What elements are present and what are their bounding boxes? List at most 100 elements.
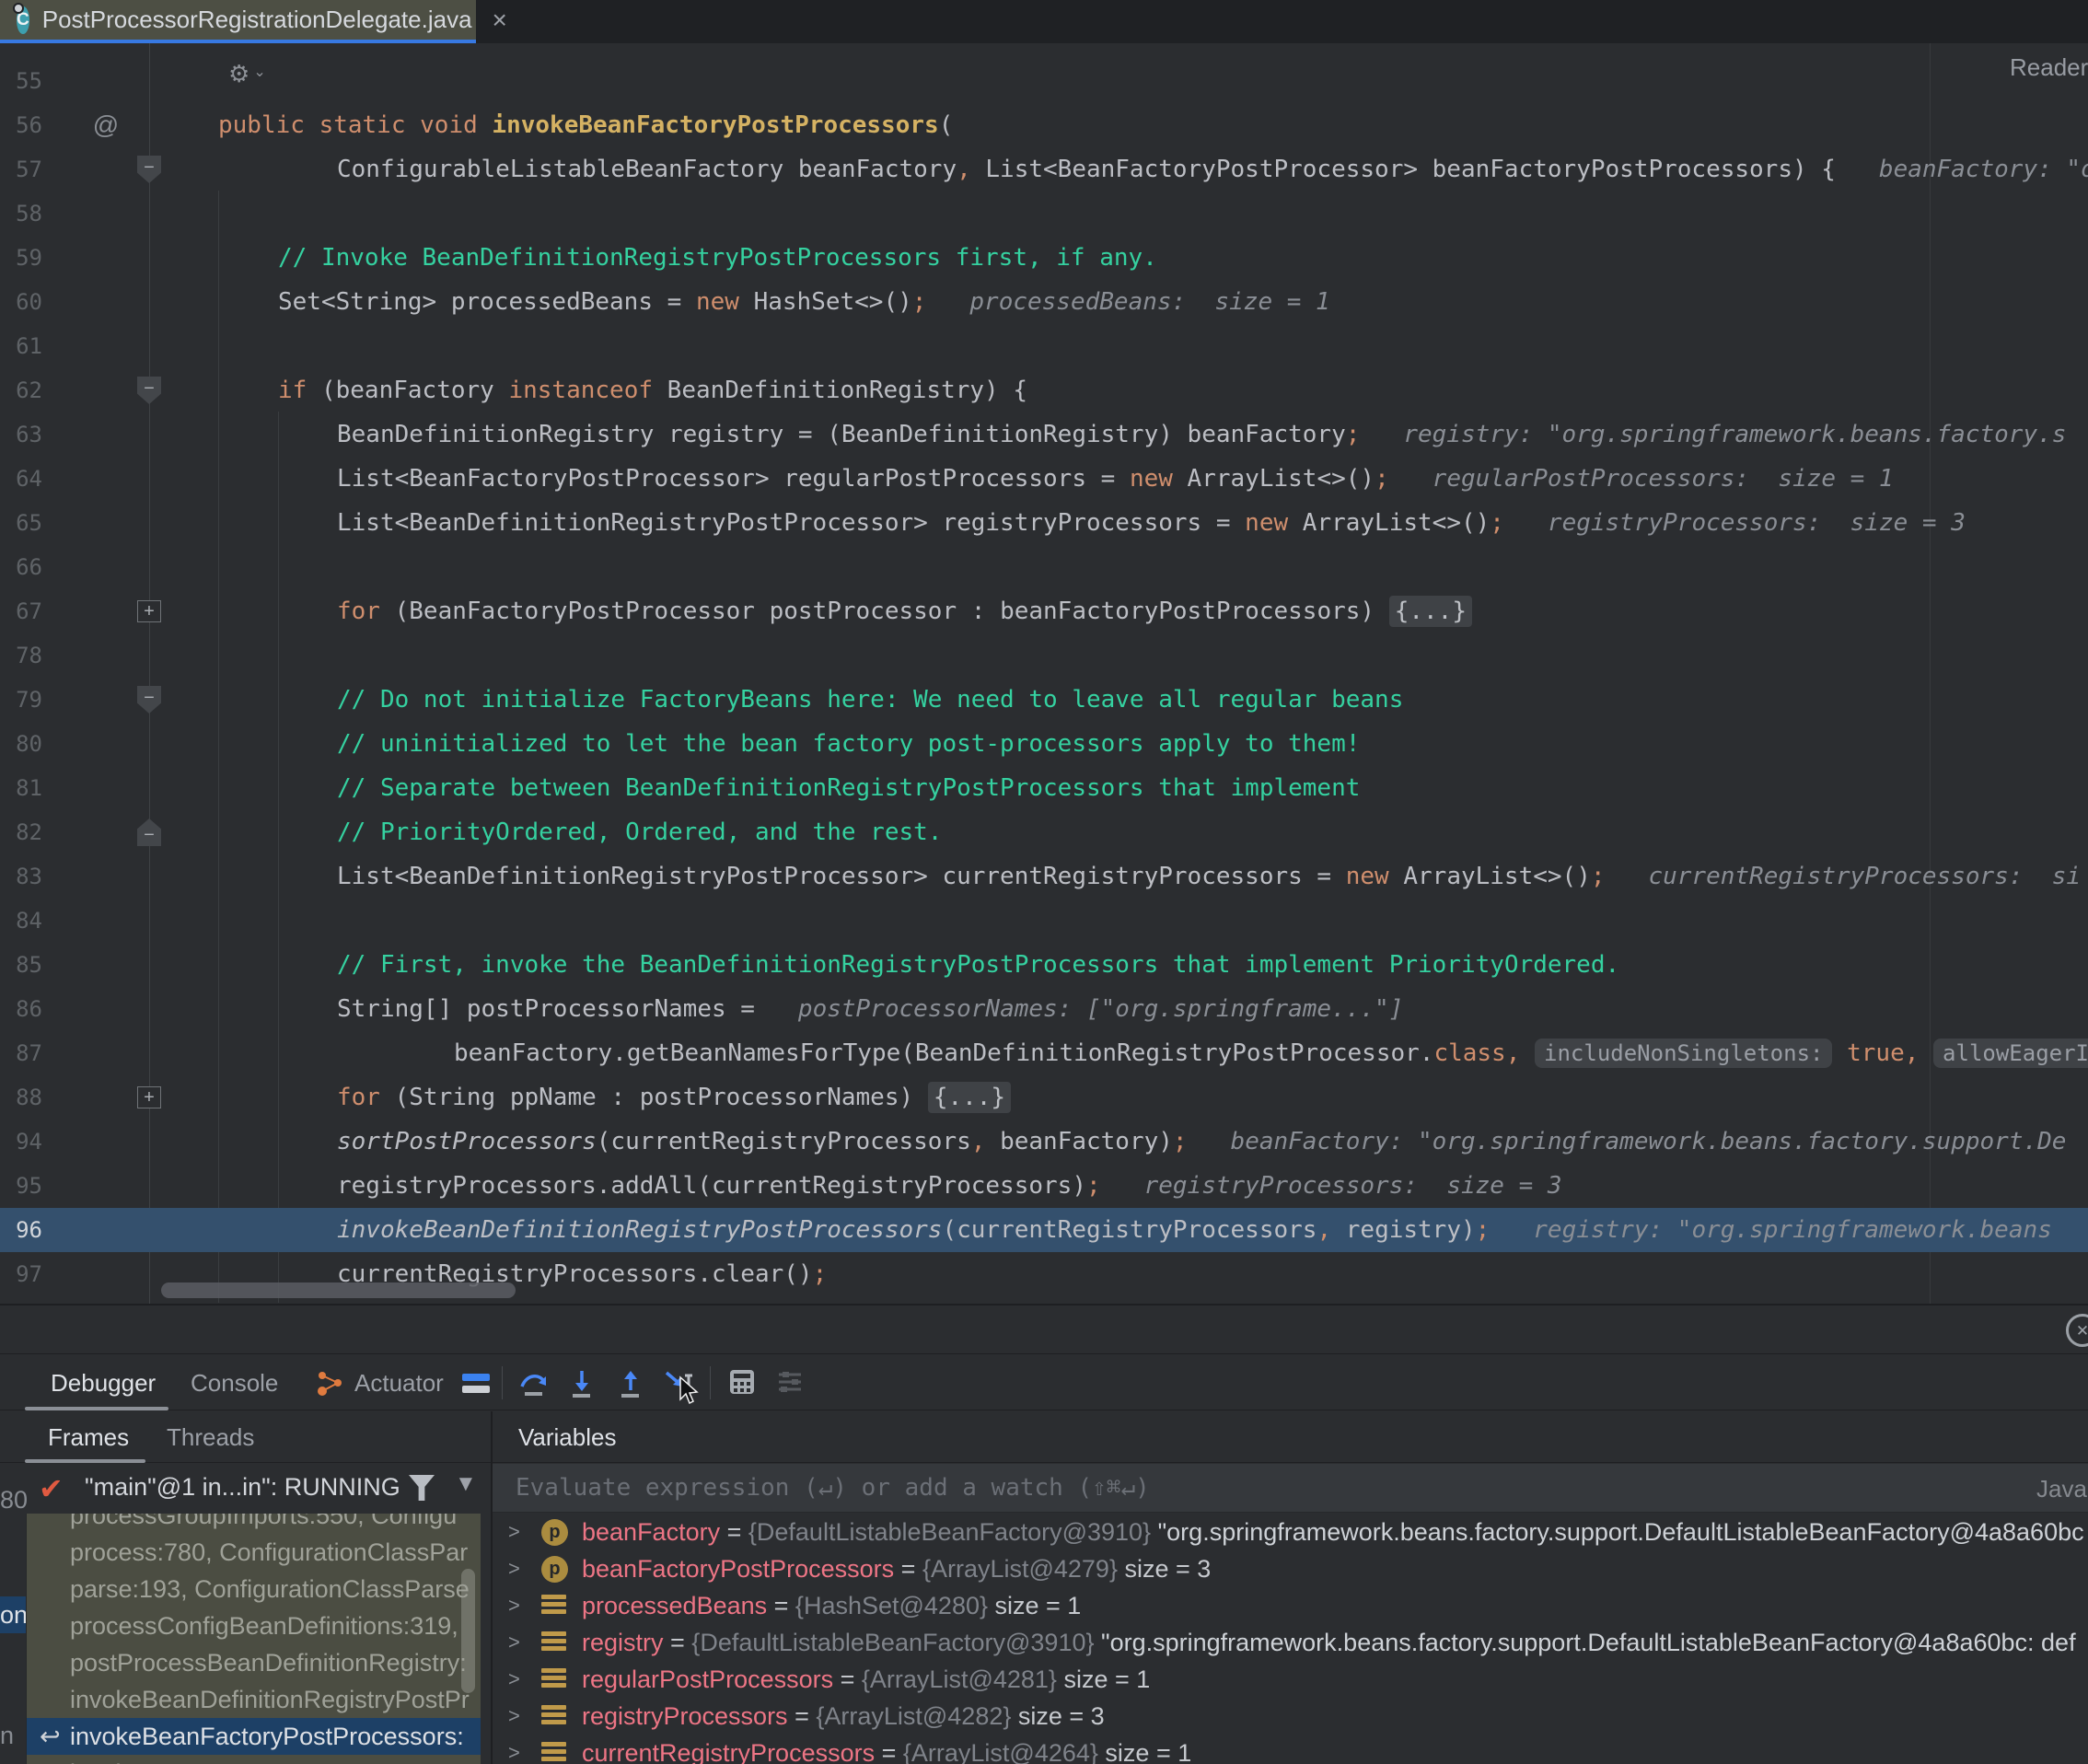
variable-row-regularPostProcessors[interactable]: >regularPostProcessors = {ArrayList@4281… (493, 1661, 2088, 1698)
expand-chevron-icon[interactable]: > (508, 1587, 520, 1624)
code-line-80[interactable]: 80 // uninitialized to let the bean facto… (0, 722, 2088, 766)
code-line-87[interactable]: 87beanFactory.getBeanNamesForType(BeanDe… (0, 1031, 2088, 1075)
thread-selector[interactable]: ✔ "main"@1 in...in": RUNNING ▼ (0, 1464, 491, 1514)
expand-chevron-icon[interactable]: > (508, 1698, 520, 1735)
fold-collapse-icon[interactable]: − (137, 686, 161, 714)
code-editor[interactable]: 5556@public static void invokeBeanFactor… (0, 43, 2088, 1304)
editor-tab[interactable]: C PostProcessorRegistrationDelegate.java… (0, 0, 476, 43)
stack-frame-selected[interactable]: ↩invokeBeanFactoryPostProcessors: (27, 1718, 481, 1755)
code-line-65[interactable]: 65List<BeanDefinitionRegistryPostProcess… (0, 501, 2088, 545)
stack-frame[interactable]: processGroupImports:550, Configu (27, 1514, 481, 1534)
toolbar-separator (502, 1366, 503, 1399)
tab-actuator[interactable]: Actuator (354, 1355, 444, 1410)
tab-title: PostProcessorRegistrationDelegate.java (42, 6, 472, 34)
tab-threads[interactable]: Threads (167, 1411, 254, 1463)
code-line-88[interactable]: 88+for (String ppName : postProcessorNam… (0, 1075, 2088, 1120)
code-line-96[interactable]: 96invokeBeanDefinitionRegistryPostProces… (0, 1208, 2088, 1252)
code-line-64[interactable]: 64List<BeanFactoryPostProcessor> regular… (0, 457, 2088, 501)
expand-chevron-icon[interactable]: > (508, 1514, 520, 1550)
expand-chevron-icon[interactable]: > (508, 1661, 520, 1698)
code-line-81[interactable]: 81// Separate between BeanDefinitionRegi… (0, 766, 2088, 810)
code-line-85[interactable]: 85// First, invoke the BeanDefinitionReg… (0, 943, 2088, 987)
step-into-icon[interactable] (566, 1367, 597, 1398)
line-number: 97 (0, 1252, 42, 1296)
code-text: registryProcessors.addAll(currentRegistr… (337, 1164, 1562, 1208)
code-text: for (BeanFactoryPostProcessor postProces… (337, 589, 1472, 633)
variable-row-beanFactoryPostProcessors[interactable]: >pbeanFactoryPostProcessors = {ArrayList… (493, 1550, 2088, 1587)
line-number: 55 (0, 59, 42, 103)
code-text: BeanDefinitionRegistry registry = (BeanD… (337, 412, 2066, 457)
horizontal-scrollbar[interactable] (161, 1282, 516, 1298)
language-badge: Java (2036, 1475, 2087, 1503)
code-line-60[interactable]: 60Set<String> processedBeans = new HashS… (0, 280, 2088, 324)
line-number: 66 (0, 545, 42, 589)
fold-collapse-icon[interactable]: − (137, 377, 161, 404)
variable-row-registry[interactable]: >registry = {DefaultListableBeanFactory@… (493, 1624, 2088, 1661)
stack-frame[interactable]: process:780, ConfigurationClassPar (27, 1534, 481, 1571)
tab-frames[interactable]: Frames (48, 1411, 129, 1463)
editor-tab-bar: C PostProcessorRegistrationDelegate.java… (0, 0, 2088, 43)
code-line-61[interactable]: 61 (0, 324, 2088, 368)
step-over-icon[interactable] (518, 1367, 550, 1398)
variable-row-processedBeans[interactable]: >processedBeans = {HashSet@4280} size = … (493, 1587, 2088, 1624)
tab-debugger[interactable]: Debugger (51, 1355, 156, 1410)
layout-icon[interactable] (460, 1371, 492, 1397)
stack-frame[interactable]: postProcessBeanDefinitionRegistry: (27, 1644, 481, 1681)
expand-chevron-icon[interactable]: > (508, 1550, 520, 1587)
code-line-66[interactable]: 66 (0, 545, 2088, 589)
frame-label: processGroupImports:550, Configu (70, 1514, 457, 1534)
debug-top-strip: ✕ (0, 1306, 2088, 1354)
layout-settings-icon[interactable] (775, 1367, 805, 1397)
fold-collapse-end-icon[interactable]: − (137, 818, 161, 846)
fold-collapse-icon[interactable]: − (137, 156, 161, 183)
hide-window-icon[interactable]: ✕ (2066, 1314, 2088, 1347)
code-line-78[interactable]: 78 (0, 633, 2088, 678)
stack-frame[interactable]: parse:193, ConfigurationClassParse (27, 1571, 481, 1607)
clipped-frame-fragment: n (0, 1722, 18, 1750)
variable-text: beanFactory = {DefaultListableBeanFactor… (582, 1514, 2084, 1550)
code-line-57[interactable]: 57−ConfigurableListableBeanFactory beanF… (0, 147, 2088, 191)
code-text: // uninitialized to let the bean factory… (337, 722, 1360, 766)
code-line-86[interactable]: 86String[] postProcessorNames = postProc… (0, 987, 2088, 1031)
code-line-59[interactable]: 59// Invoke BeanDefinitionRegistryPostPr… (0, 236, 2088, 280)
stack-frame[interactable]: invokeBeanDefinitionRegistryPostPr (27, 1681, 481, 1718)
code-text: List<BeanDefinitionRegistryPostProcessor… (337, 854, 2081, 899)
evaluate-expression-bar[interactable]: Evaluate expression (↵) or add a watch (… (493, 1464, 2088, 1513)
expand-chevron-icon[interactable]: > (508, 1735, 520, 1764)
variables-list[interactable]: >pbeanFactory = {DefaultListableBeanFact… (493, 1514, 2088, 1764)
filter-funnel-icon[interactable] (409, 1475, 435, 1501)
intention-gear-icon[interactable]: ⚙⌄ (228, 60, 266, 88)
line-number: 80 (0, 722, 42, 766)
tab-console[interactable]: Console (191, 1355, 278, 1410)
code-line-82[interactable]: 82−// PriorityOrdered, Ordered, and the … (0, 810, 2088, 854)
code-line-58[interactable]: 58 (0, 191, 2088, 236)
code-line-56[interactable]: 56@public static void invokeBeanFactoryP… (0, 103, 2088, 147)
code-text: // Invoke BeanDefinitionRegistryPostProc… (278, 236, 1157, 280)
variable-row-beanFactory[interactable]: >pbeanFactory = {DefaultListableBeanFact… (493, 1514, 2088, 1550)
code-line-79[interactable]: 79−// Do not initialize FactoryBeans her… (0, 678, 2088, 722)
fold-expand-icon[interactable]: + (137, 1086, 161, 1108)
call-stack-list[interactable]: processGroupImports:550, Configuprocess:… (26, 1514, 481, 1764)
evaluate-expression-icon[interactable] (727, 1367, 757, 1397)
code-line-67[interactable]: 67 + for (BeanFactoryPostProcessor postPro… (0, 589, 2088, 633)
code-line-63[interactable]: 63BeanDefinitionRegistry registry = (Bea… (0, 412, 2088, 457)
expand-chevron-icon[interactable]: > (508, 1624, 520, 1661)
step-out-icon[interactable] (615, 1367, 646, 1398)
tab-close-icon[interactable]: × (493, 7, 507, 33)
reader-mode-label[interactable]: Reader (2010, 53, 2088, 82)
fold-expand-icon[interactable]: + (137, 600, 161, 622)
code-line-62[interactable]: 62−if (beanFactory instanceof BeanDefini… (0, 368, 2088, 412)
code-line-55[interactable]: 55 (0, 59, 2088, 103)
code-line-94[interactable]: 94sortPostProcessors(currentRegistryProc… (0, 1120, 2088, 1164)
code-text: List<BeanFactoryPostProcessor> regularPo… (337, 457, 1894, 501)
variable-row-registryProcessors[interactable]: >registryProcessors = {ArrayList@4282} s… (493, 1698, 2088, 1735)
stack-frame[interactable]: invokeBeanFactoryPostProcessors: (27, 1755, 481, 1764)
stack-frame[interactable]: processConfigBeanDefinitions:319, (27, 1607, 481, 1644)
chevron-down-icon[interactable]: ▼ (455, 1471, 477, 1497)
variable-text: beanFactoryPostProcessors = {ArrayList@4… (582, 1550, 1211, 1587)
line-number: 67 (0, 589, 42, 633)
variable-row-currentRegistryProcessors[interactable]: >currentRegistryProcessors = {ArrayList@… (493, 1735, 2088, 1764)
code-line-95[interactable]: 95registryProcessors.addAll(currentRegis… (0, 1164, 2088, 1208)
code-line-83[interactable]: 83List<BeanDefinitionRegistryPostProcess… (0, 854, 2088, 899)
code-line-84[interactable]: 84 (0, 899, 2088, 943)
